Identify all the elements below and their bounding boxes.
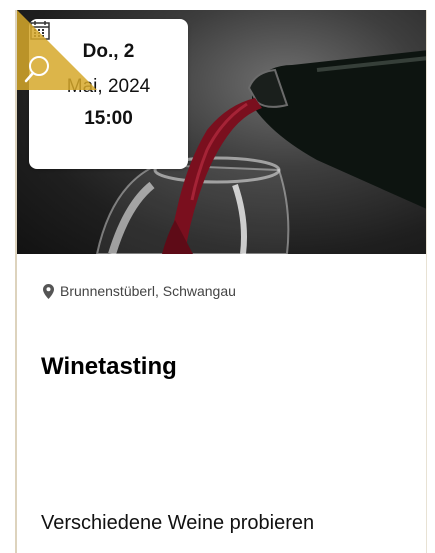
search-icon[interactable] [17, 10, 97, 90]
map-pin-icon [43, 283, 54, 299]
event-card[interactable]: Do., 2 Mai, 2024 15:00 Brunnenstüberl, S… [15, 10, 427, 553]
event-title[interactable]: Winetasting [41, 353, 177, 381]
event-image[interactable]: Do., 2 Mai, 2024 15:00 [17, 10, 426, 254]
event-location-label: Brunnenstüberl, Schwangau [60, 283, 236, 299]
event-location: Brunnenstüberl, Schwangau [43, 283, 236, 299]
event-time: 15:00 [84, 108, 133, 129]
event-description: Verschiedene Weine probieren [41, 512, 315, 534]
